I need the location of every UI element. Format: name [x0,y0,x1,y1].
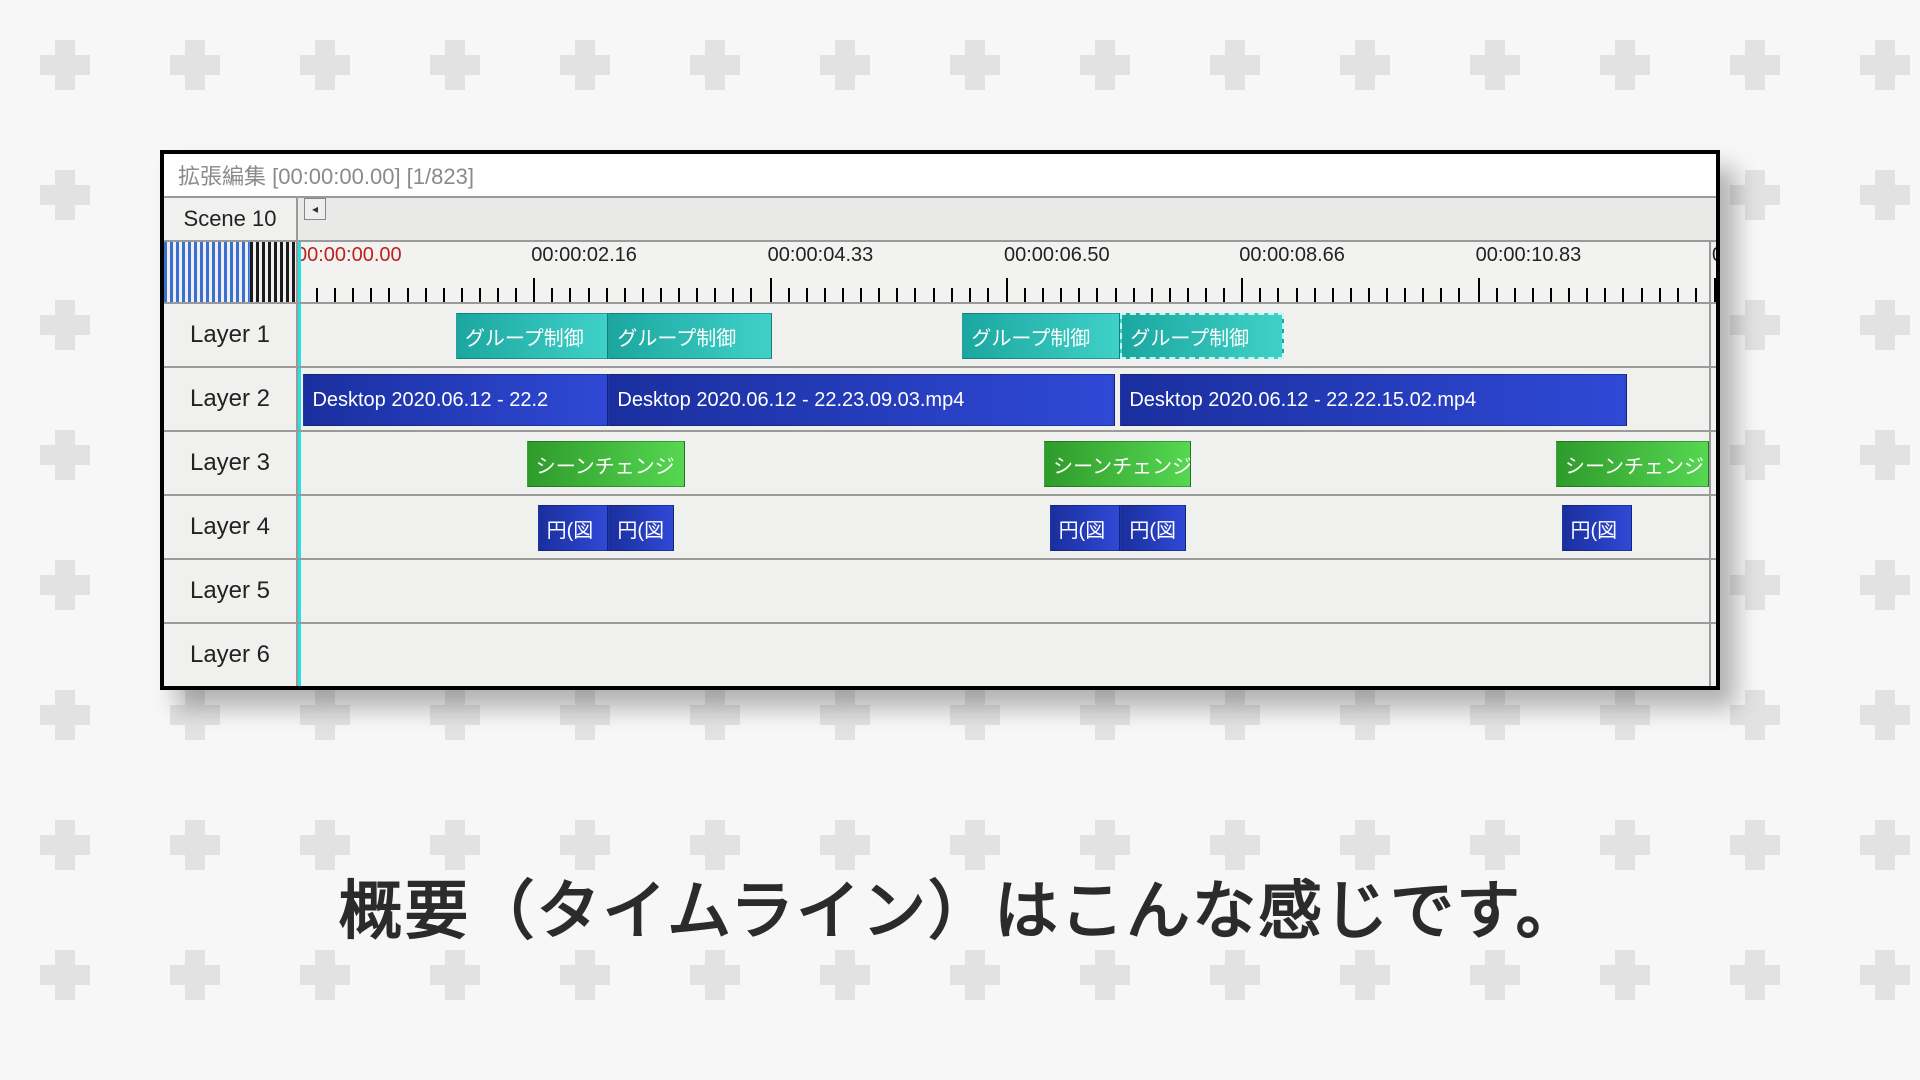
layer-header[interactable]: Layer 1 [164,302,298,366]
layer-header[interactable]: Layer 2 [164,366,298,430]
layer-track[interactable]: グループ制御 グループ制御 グループ制御 グループ制御 [298,302,1716,366]
shape-clip[interactable]: 円(図 [1120,505,1185,551]
group-clip[interactable]: グループ制御 [456,313,608,359]
clip-label: グループ制御 [617,322,736,351]
clip-label: 円(図 [1129,514,1176,543]
clip-label: グループ制御 [465,322,584,351]
scene-label: Scene 10 [184,206,277,232]
layer-header[interactable]: Layer 4 [164,494,298,558]
slide: 拡張編集 [00:00:00.00] [1/823] Scene 10 ◂ 00… [0,0,1920,1080]
window-title-text: 拡張編集 [00:00:00.00] [1/823] [178,159,474,191]
layer-header[interactable]: Layer 5 [164,558,298,622]
clip-label: Desktop 2020.06.12 - 22.2 [312,389,548,412]
clip-label: シーンチェンジ [1053,450,1191,479]
timeline-grid: Scene 10 ◂ 00:00:00.0000:00:02.1600:00:0… [164,196,1716,686]
layer-header[interactable]: Layer 3 [164,430,298,494]
shape-clip[interactable]: 円(図 [538,505,609,551]
clip-label: シーンチェンジ [1565,450,1704,479]
scenechange-clip[interactable]: シーンチェンジ [1556,441,1708,487]
ruler-label: 00:00:02.16 [531,244,637,267]
layer-track[interactable]: Desktop 2020.06.12 - 22.2 Desktop 2020.06… [298,366,1716,430]
layer-track[interactable] [298,558,1716,622]
playhead[interactable] [298,624,301,686]
window-title: 拡張編集 [00:00:00.00] [1/823] [164,154,1716,196]
playhead[interactable] [298,432,301,494]
ruler-label: 00:00:13.00 [1712,244,1716,267]
playhead[interactable] [298,560,301,622]
clip-label: Desktop 2020.06.12 - 22.23.09.03.mp4 [617,389,964,412]
clip-label: シーンチェンジ [536,450,675,479]
timeline-window: 拡張編集 [00:00:00.00] [1/823] Scene 10 ◂ 00… [160,150,1720,690]
slide-caption: 概要（タイムライン）はこんな感じです。 [0,860,1920,952]
ruler-label: 00:00:00.00 [298,244,402,267]
group-clip[interactable]: グループ制御 [962,313,1120,359]
clip-label: 円(図 [617,514,664,543]
scenechange-clip[interactable]: シーンチェンジ [527,441,685,487]
video-clip[interactable]: Desktop 2020.06.12 - 22.2 [303,374,608,426]
slide-caption-text: 概要（タイムライン）はこんな感じです。 [338,875,1581,947]
layer-track[interactable]: 円(図円(図円(図円(図円(図 [298,494,1716,558]
end-marker [1709,624,1711,686]
clip-label: グループ制御 [971,322,1090,351]
shape-clip[interactable]: 円(図 [1050,505,1121,551]
layer-track[interactable]: シーンチェンジ シーンチェンジ シーンチェンジ [298,430,1716,494]
scroll-left-button[interactable]: ◂ [304,198,326,220]
ruler-label: 00:00:08.66 [1239,244,1345,267]
playhead[interactable] [298,304,301,366]
zoom-slider[interactable] [164,240,298,302]
clip-label: グループ制御 [1130,322,1249,351]
timeline-scrollbar[interactable]: ◂ [298,196,1716,240]
ruler-label: 00:00:10.83 [1476,244,1582,267]
time-ruler[interactable]: 00:00:00.00 00:00:02.16 00:00:04.33 00:00:0… [298,240,1716,302]
end-marker [1709,496,1711,558]
group-clip[interactable]: グループ制御 [608,313,771,359]
scene-selector[interactable]: Scene 10 [164,196,298,240]
end-marker [1709,304,1711,366]
group-dashed-clip[interactable]: グループ制御 [1120,313,1283,359]
end-marker [1709,368,1711,430]
end-marker [1709,560,1711,622]
scenechange-clip[interactable]: シーンチェンジ [1044,441,1191,487]
ruler-ticks [298,272,1716,302]
video-clip[interactable]: Desktop 2020.06.12 - 22.23.09.03.mp4 [608,374,1114,426]
clip-label: Desktop 2020.06.12 - 22.22.15.02.mp4 [1129,389,1476,412]
clip-label: 円(図 [1059,514,1106,543]
shape-clip[interactable]: 円(図 [608,505,673,551]
layer-header[interactable]: Layer 6 [164,622,298,686]
video-clip[interactable]: Desktop 2020.06.12 - 22.22.15.02.mp4 [1120,374,1626,426]
clip-label: 円(図 [547,514,594,543]
playhead[interactable] [298,496,301,558]
ruler-label: 00:00:04.33 [768,244,874,267]
playhead[interactable] [298,368,301,430]
layer-track[interactable] [298,622,1716,686]
end-marker [1709,432,1711,494]
ruler-labels: 00:00:00.00 00:00:02.16 00:00:04.33 00:00:0… [298,242,1716,272]
shape-clip[interactable]: 円(図 [1562,505,1633,551]
ruler-label: 00:00:06.50 [1004,244,1110,267]
clip-label: 円(図 [1571,514,1618,543]
